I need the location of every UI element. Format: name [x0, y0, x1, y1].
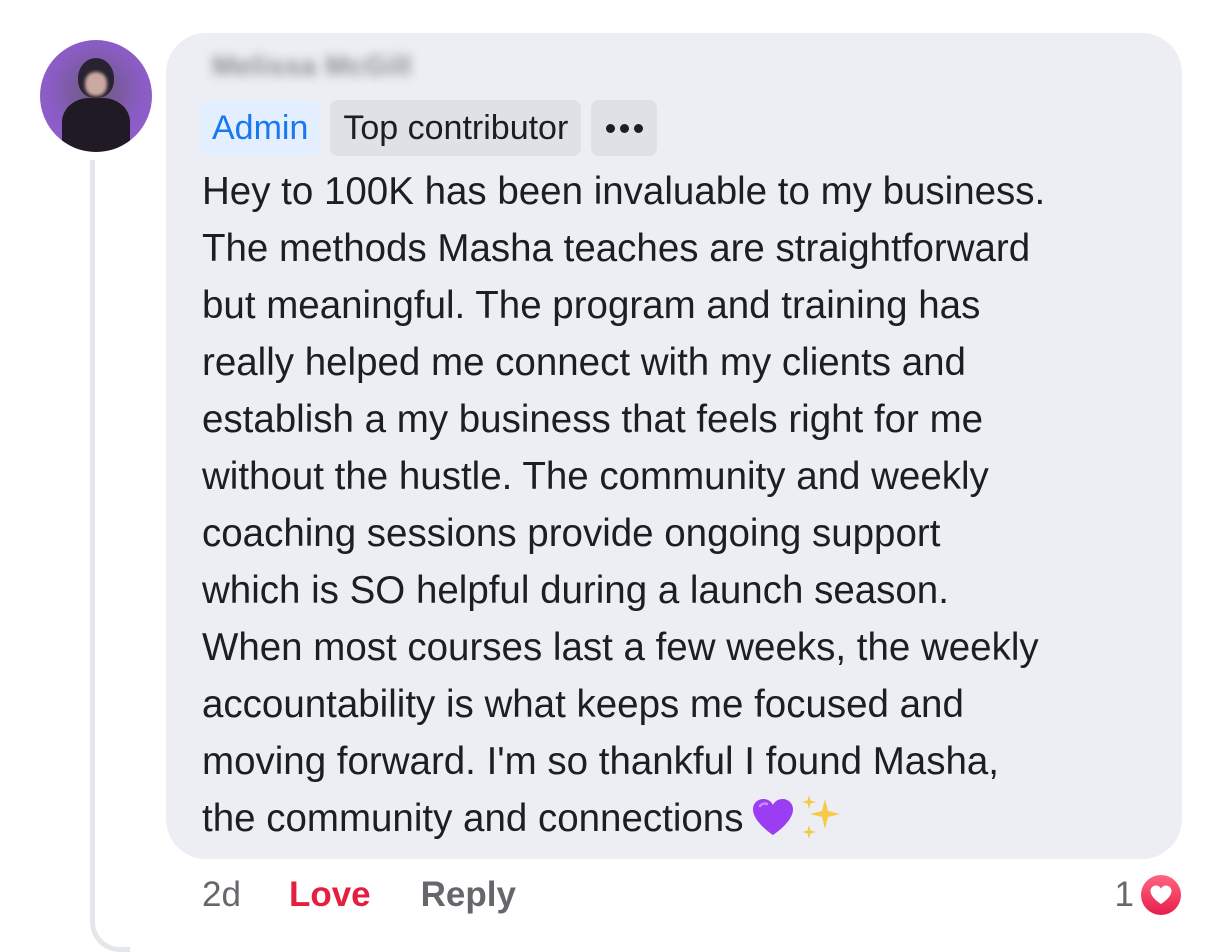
- comment-line: moving forward. I'm so thankful I found …: [202, 740, 999, 783]
- comment-line: really helped me connect with my clients…: [202, 341, 966, 384]
- comment-line: The methods Masha teaches are straightfo…: [202, 227, 1031, 270]
- comment-line: which is SO helpful during a launch seas…: [202, 569, 949, 612]
- comment-line: without the hustle. The community and we…: [202, 455, 989, 498]
- badge-row: Admin Top contributor: [200, 100, 658, 156]
- top-contributor-badge[interactable]: Top contributor: [330, 100, 582, 156]
- comment-line: establish a my business that feels right…: [202, 398, 984, 441]
- more-options-button[interactable]: [591, 100, 658, 156]
- comment-line-last: the community and connections: [202, 790, 1162, 847]
- reply-button[interactable]: Reply: [421, 875, 516, 915]
- comment-line: coaching sessions provide ongoing suppor…: [202, 512, 941, 555]
- love-button[interactable]: Love: [289, 875, 371, 915]
- comment-page: Melissa McGill Admin Top contributor Hey…: [0, 0, 1214, 952]
- comment-line-text: the community and connections: [202, 797, 744, 840]
- thread-line: [90, 900, 130, 952]
- reaction-count: 1: [1114, 875, 1134, 914]
- love-reaction-icon: [1138, 872, 1184, 918]
- comment-timestamp[interactable]: 2d: [202, 875, 241, 915]
- avatar[interactable]: [40, 40, 152, 152]
- more-dots-icon: [605, 123, 615, 133]
- thread-line-vertical: [90, 160, 95, 905]
- comment-line: but meaningful. The program and training…: [202, 284, 981, 327]
- comment-line: accountability is what keeps me focused …: [202, 683, 964, 726]
- comment-actions: 2d Love Reply: [202, 870, 516, 920]
- sparkles-icon: [802, 795, 841, 839]
- author-name[interactable]: Melissa McGill: [212, 50, 412, 82]
- comment-text: Hey to 100K has been invaluable to my bu…: [202, 163, 1162, 847]
- comment-line: When most courses last a few weeks, the …: [202, 626, 1039, 669]
- comment-line: Hey to 100K has been invaluable to my bu…: [202, 170, 1046, 213]
- heart-icon: [1150, 885, 1172, 904]
- admin-badge[interactable]: Admin: [200, 100, 321, 156]
- reaction-summary[interactable]: 1: [1115, 870, 1184, 920]
- purple-heart-icon: [753, 799, 794, 835]
